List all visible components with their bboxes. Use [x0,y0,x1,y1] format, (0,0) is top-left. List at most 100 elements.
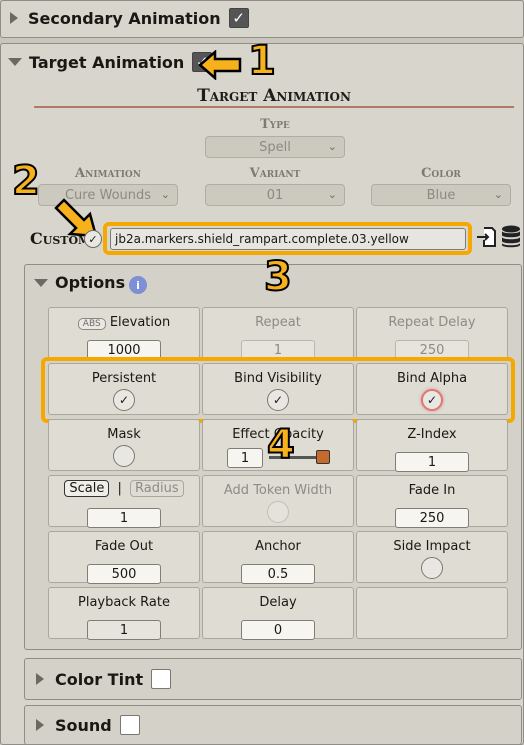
bind-alpha-toggle[interactable]: ✓ [421,389,443,411]
scale-radius-row: Scale | Radius [49,480,199,497]
database-icon[interactable] [501,225,521,249]
custom-path-value: jb2a.markers.shield_rampart.complete.03.… [115,232,409,246]
bind-visibility-cell: Bind Visibility ✓ [202,363,354,415]
custom-path-input[interactable]: jb2a.markers.shield_rampart.complete.03.… [110,228,466,250]
side-impact-cell: Side Impact [356,531,508,583]
repeat-delay-label: Repeat Delay [388,315,476,330]
playback-rate-input[interactable]: 1 [87,620,161,640]
secondary-animation-header[interactable]: Secondary Animation ✓ [10,8,249,28]
fade-out-label: Fade Out [94,539,154,554]
target-animation-header[interactable]: Target Animation ✓ [8,52,213,72]
fade-out-cell: Fade Out 500 [48,531,200,584]
secondary-animation-label: Secondary Animation [28,8,221,28]
bind-alpha-cell: Bind Alpha ✓ [356,363,508,415]
scale-radius-separator: | [117,481,122,496]
elevation-cell: ABS Elevation 1000 [48,307,200,360]
z-index-label: Z-Index [407,427,457,442]
options-header[interactable]: Options [34,273,125,292]
elevation-label-row: ABS Elevation [49,315,199,330]
callout-number-3: 3 [263,253,293,301]
color-value: Blue [426,187,456,203]
elevation-label: Elevation [109,315,171,330]
fade-out-input[interactable]: 500 [87,564,161,584]
target-animation-label: Target Animation [29,52,185,72]
mask-toggle[interactable] [113,445,135,467]
repeat-cell: Repeat 1 [202,307,354,360]
radius-toggle[interactable]: Radius [130,480,184,497]
anchor-cell: Anchor 0.5 [202,531,354,584]
scale-toggle[interactable]: Scale [64,480,110,497]
scale-radius-cell: Scale | Radius 1 [48,475,200,528]
callout-number-1: 1 [247,37,277,85]
info-icon[interactable]: i [129,276,147,294]
chevron-down-icon: ⌄ [493,188,503,201]
animation-label: Animation [75,166,141,181]
sound-header[interactable]: Sound [36,715,140,735]
empty-cell [356,587,508,639]
sound-label: Sound [55,715,112,735]
chevron-down-icon: ⌄ [327,140,337,153]
fade-in-cell: Fade In 250 [356,475,508,528]
color-tint-label: Color Tint [55,669,144,689]
bind-visibility-label: Bind Visibility [234,371,322,386]
type-value: Spell [259,139,291,155]
chevron-right-icon [10,12,18,24]
playback-rate-label: Playback Rate [78,595,170,610]
side-impact-label: Side Impact [393,539,471,554]
persistent-cell: Persistent ✓ [48,363,200,415]
sound-checkbox[interactable] [119,715,140,735]
delay-cell: Delay 0 [202,587,354,640]
effect-opacity-input[interactable]: 1 [227,448,263,468]
mask-label: Mask [107,427,141,442]
delay-label: Delay [259,595,297,610]
target-animation-title: Target Animation [197,86,351,106]
mask-cell: Mask [48,419,200,471]
abs-toggle[interactable]: ABS [77,318,106,330]
info-glyph: i [136,278,140,292]
variant-label: Variant [249,166,301,181]
type-select[interactable]: Spell ⌄ [205,136,345,158]
chevron-down-icon: ⌄ [160,188,170,201]
repeat-label: Repeat [255,315,301,330]
type-label: Type [260,117,290,132]
delay-input[interactable]: 0 [241,620,315,640]
chevron-right-icon [36,719,44,731]
chevron-down-icon [8,58,22,66]
color-tint-header[interactable]: Color Tint [36,669,172,689]
title-divider [34,106,514,108]
bind-alpha-label: Bind Alpha [396,371,468,386]
file-picker-icon[interactable] [475,226,497,248]
chevron-down-icon: ⌄ [327,188,337,201]
chevron-right-icon [36,673,44,685]
repeat-delay-cell: Repeat Delay 250 [356,307,508,360]
color-tint-checkbox[interactable] [151,669,172,689]
fade-in-input[interactable]: 250 [395,508,469,528]
side-impact-toggle[interactable] [421,557,443,579]
add-token-width-label: Add Token Width [223,483,333,498]
persistent-toggle[interactable]: ✓ [113,389,135,411]
callout-number-2: 2 [11,157,41,205]
options-title: Options [55,273,126,292]
custom-checkbox[interactable]: ✓ [84,230,102,248]
persistent-label: Persistent [91,371,157,386]
variant-value: 01 [266,187,284,203]
secondary-animation-checkbox[interactable]: ✓ [228,8,249,28]
z-index-cell: Z-Index 1 [356,419,508,472]
z-index-input[interactable]: 1 [395,452,469,472]
effect-opacity-slider-handle[interactable] [316,450,330,464]
chevron-down-icon [34,278,48,287]
custom-label: Custom [30,229,91,248]
variant-select[interactable]: 01 ⌄ [205,184,345,206]
anchor-label: Anchor [255,539,301,554]
color-select[interactable]: Blue ⌄ [371,184,511,206]
callout-arrow-1-icon [198,50,242,80]
add-token-width-toggle[interactable] [267,501,289,523]
bind-visibility-toggle[interactable]: ✓ [267,389,289,411]
playback-rate-cell: Playback Rate 1 [48,587,200,640]
add-token-width-cell: Add Token Width [202,475,354,527]
color-label: Color [421,166,461,181]
anchor-input[interactable]: 0.5 [241,564,315,584]
scale-input[interactable]: 1 [87,508,161,528]
callout-number-4: 4 [266,421,296,469]
fade-in-label: Fade In [408,483,456,498]
